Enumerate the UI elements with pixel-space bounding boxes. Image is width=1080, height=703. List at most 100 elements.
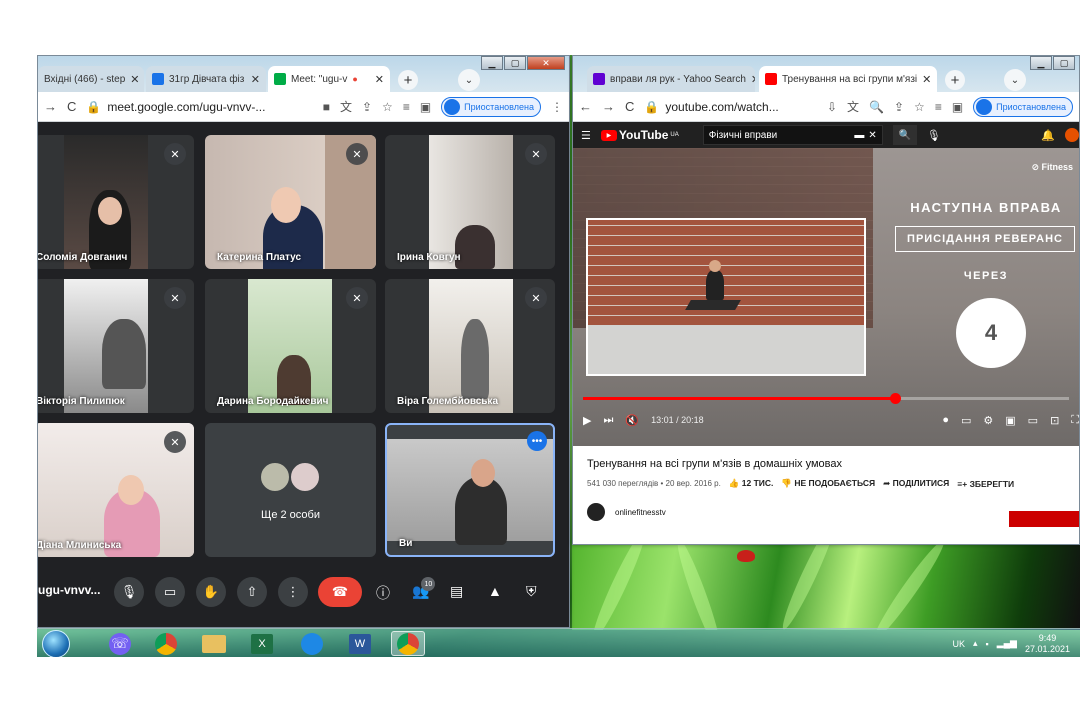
next-video-icon[interactable]: ⏭ [603, 414, 613, 427]
explorer-taskbar-icon[interactable] [197, 631, 231, 656]
translate-icon[interactable]: 文 [340, 98, 352, 115]
reload-icon[interactable]: C [625, 99, 634, 114]
share-icon[interactable]: ⇪ [362, 100, 372, 114]
tray-expand-icon[interactable]: ▴ [973, 638, 978, 649]
fullscreen-icon[interactable]: ⛶ [1071, 414, 1079, 427]
tab-yahoo-search[interactable]: вправи ля рук - Yahoo Search ✕ [587, 66, 755, 92]
more-options-icon[interactable]: ••• [527, 431, 547, 451]
chat-icon[interactable]: ▤ [450, 583, 463, 600]
participant-tile[interactable]: ✕ Соломія Довганич [38, 135, 194, 269]
browser-taskbar-icon[interactable] [295, 631, 329, 656]
clear-search-icon[interactable]: ✕ [868, 130, 876, 141]
viber-taskbar-icon[interactable]: ☏ [103, 631, 137, 656]
more-participants-tile[interactable]: Ще 2 особи [205, 423, 376, 557]
new-tab-button[interactable]: + [398, 70, 418, 90]
participant-tile[interactable]: ✕ Дарина Бородайкевич [205, 279, 376, 413]
youtube-logo[interactable]: ▶ YouTube UA [600, 128, 679, 142]
present-screen-button[interactable]: ⇧ [237, 577, 267, 607]
excel-taskbar-icon[interactable]: X [245, 631, 279, 656]
close-window-button[interactable]: ✕ [527, 56, 565, 70]
people-button[interactable]: 👥 10 [412, 577, 436, 600]
maximize-button[interactable]: ▢ [504, 56, 526, 70]
tab-youtube[interactable]: Тренування на всі групи м'язі ✕ [759, 66, 937, 92]
participant-tile[interactable]: ✕ Вікторія Пилипюк [38, 279, 194, 413]
chrome-active-taskbar-icon[interactable] [391, 631, 425, 656]
close-tab-icon[interactable]: ✕ [251, 73, 260, 86]
tab-classroom[interactable]: 31гр Дівчата фіз ✕ [146, 66, 266, 92]
self-tile[interactable]: ••• Ви [385, 423, 555, 557]
participant-tile[interactable]: ✕ Діана Млиниська [38, 423, 194, 557]
close-tab-icon[interactable]: ✕ [375, 73, 384, 86]
host-controls-icon[interactable]: ⛨ [526, 583, 537, 600]
reload-icon[interactable]: C [67, 99, 76, 114]
youtube-browser-window[interactable]: вправи ля рук - Yahoo Search ✕ Тренуванн… [572, 55, 1080, 545]
tray-app-icon[interactable]: ▪ [986, 639, 989, 649]
tab-search-icon[interactable]: ⌄ [458, 69, 480, 91]
camera-button[interactable]: ▭ [155, 577, 185, 607]
minimize-button[interactable]: ▁ [1030, 56, 1052, 70]
install-icon[interactable]: ⇩ [827, 100, 837, 114]
subscribe-button[interactable] [1009, 511, 1079, 527]
menu-dots-icon[interactable]: ⋮ [551, 100, 563, 114]
share-icon[interactable]: ⇪ [894, 100, 904, 114]
cast-icon[interactable]: ⊡ [1050, 414, 1059, 427]
reading-list-icon[interactable]: ≡ [935, 100, 942, 114]
raise-hand-button[interactable]: ✋ [196, 577, 226, 607]
activities-icon[interactable]: ▲ [488, 583, 502, 599]
zoom-icon[interactable]: 🔍 [869, 100, 884, 114]
share-button[interactable]: ➦ ПОДІЛИТИСЯ [883, 478, 949, 489]
tab-inbox[interactable]: Вхідні (466) - steр ✕ [38, 66, 144, 92]
miniplayer-icon[interactable]: ▣ [1005, 414, 1015, 427]
meet-browser-window[interactable]: Вхідні (466) - steр ✕ 31гр Дівчата фіз ✕… [37, 55, 570, 628]
save-button[interactable]: ≡+ ЗБЕРЕГТИ [957, 479, 1014, 489]
volume-muted-icon[interactable]: 🔇 [625, 414, 639, 427]
clock[interactable]: 9:49 27.01.2021 [1025, 633, 1070, 655]
side-panel-icon[interactable]: ▣ [952, 100, 963, 114]
video-player[interactable]: ⊘ Fitness НАСТУПНА ВПРАВА ПРИСІДАННЯ РЕВ… [573, 148, 1079, 446]
bookmark-star-icon[interactable]: ☆ [382, 100, 393, 114]
close-tab-icon[interactable]: ✕ [130, 73, 139, 86]
subtitles-icon[interactable]: ▭ [961, 414, 971, 427]
play-icon[interactable]: ▶ [583, 414, 591, 427]
profile-button[interactable]: Приостановлена [973, 96, 1073, 117]
theater-mode-icon[interactable]: ▭ [1028, 414, 1038, 427]
settings-gear-icon[interactable]: ⚙ [983, 414, 993, 427]
hamburger-menu-icon[interactable]: ☰ [581, 129, 591, 142]
network-signal-icon[interactable]: ▂▄▆ [997, 638, 1017, 649]
participant-tile[interactable]: ✕ Катерина Платус [205, 135, 376, 269]
back-icon[interactable]: ← [579, 99, 592, 114]
participant-tile[interactable]: ✕ Віра Голембйовська [385, 279, 555, 413]
search-input[interactable]: Фізичні вправи ▬ ✕ [702, 125, 883, 145]
voice-search-icon[interactable]: 🎙 [927, 129, 941, 142]
autoplay-toggle[interactable]: ● [942, 414, 949, 426]
more-options-button[interactable]: ⋮ [278, 577, 308, 607]
chrome-taskbar-icon[interactable] [149, 631, 183, 656]
reading-list-icon[interactable]: ≡ [403, 100, 410, 114]
camera-icon[interactable]: ■ [323, 100, 330, 114]
word-taskbar-icon[interactable]: W [343, 631, 377, 656]
video-progress-bar[interactable] [583, 393, 1069, 404]
end-call-button[interactable]: ☎ [318, 577, 362, 607]
bookmark-star-icon[interactable]: ☆ [914, 100, 925, 114]
close-tab-icon[interactable]: ✕ [751, 73, 755, 86]
channel-avatar[interactable] [587, 503, 605, 521]
tab-search-icon[interactable]: ⌄ [1004, 69, 1026, 91]
keyboard-icon[interactable]: ▬ [854, 130, 864, 141]
minimize-button[interactable]: ▁ [481, 56, 503, 70]
participant-tile[interactable]: ✕ Ірина Ковгун [385, 135, 555, 269]
address-bar[interactable]: 🔒 youtube.com/watch... [644, 96, 817, 118]
progress-scrubber[interactable] [889, 393, 901, 404]
search-button[interactable]: 🔍 [892, 125, 917, 145]
new-tab-button[interactable]: + [945, 70, 965, 90]
forward-icon[interactable]: → [602, 99, 615, 114]
tab-meet[interactable]: Meet: "ugu-v ● ✕ [268, 66, 390, 92]
translate-icon[interactable]: 文 [847, 98, 859, 115]
account-avatar[interactable] [1065, 128, 1079, 142]
close-tab-icon[interactable]: ✕ [922, 73, 931, 86]
microphone-button[interactable]: 🎙 [114, 577, 144, 607]
channel-name[interactable]: onlinefitnesstv [615, 508, 666, 517]
dislike-button[interactable]: 👎 НЕ ПОДОБАЄТЬСЯ [781, 478, 875, 489]
start-button[interactable] [42, 630, 70, 657]
notifications-bell-icon[interactable]: 🔔 [1041, 129, 1055, 142]
like-button[interactable]: 👍 12 ТИС. [729, 478, 774, 489]
